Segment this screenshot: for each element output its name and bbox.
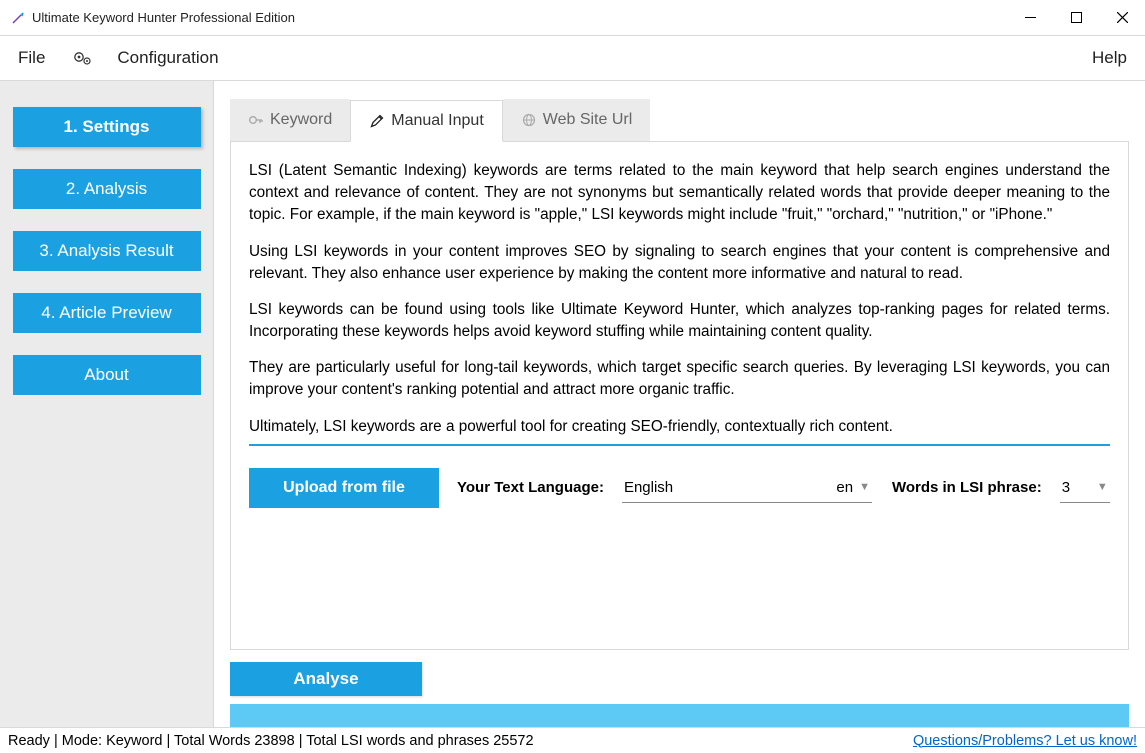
window-title: Ultimate Keyword Hunter Professional Edi… [32, 10, 295, 25]
words-in-phrase-select[interactable]: 3 ▼ [1060, 473, 1110, 503]
language-select[interactable]: English en ▼ [622, 473, 872, 503]
progress-bar [230, 704, 1129, 727]
status-text: Ready | Mode: Keyword | Total Words 2389… [8, 733, 534, 749]
minimize-button[interactable] [1007, 0, 1053, 35]
sidebar-item-analysis[interactable]: 2. Analysis [13, 169, 201, 209]
tab-label: Manual Input [391, 112, 484, 130]
sidebar-item-analysis-result[interactable]: 3. Analysis Result [13, 231, 201, 271]
button-label: Analyse [293, 669, 358, 689]
feedback-link[interactable]: Questions/Problems? Let us know! [913, 733, 1137, 749]
menu-file[interactable]: File [18, 48, 45, 68]
tab-keyword[interactable]: Keyword [230, 99, 350, 141]
sidebar-item-about[interactable]: About [13, 355, 201, 395]
gears-icon[interactable] [73, 50, 93, 66]
language-label: Your Text Language: [457, 479, 604, 496]
key-icon [248, 112, 264, 128]
tab-label: Web Site Url [543, 111, 633, 129]
sidebar-item-label: About [84, 365, 128, 385]
sidebar-item-article-preview[interactable]: 4. Article Preview [13, 293, 201, 333]
language-value: English [624, 479, 673, 496]
chevron-down-icon: ▼ [859, 481, 870, 493]
menu-configuration[interactable]: Configuration [117, 48, 218, 68]
tab-label: Keyword [270, 111, 332, 129]
content-paragraph: Ultimately, LSI keywords are a powerful … [249, 416, 1110, 438]
language-code: en [836, 479, 853, 496]
pencil-icon [369, 113, 385, 129]
menubar: File Configuration Help [0, 36, 1145, 80]
analyse-button[interactable]: Analyse [230, 662, 422, 696]
sidebar: 1. Settings 2. Analysis 3. Analysis Resu… [0, 81, 214, 727]
sidebar-item-label: 3. Analysis Result [39, 241, 173, 261]
upload-from-file-button[interactable]: Upload from file [249, 468, 439, 508]
content-textarea[interactable]: LSI (Latent Semantic Indexing) keywords … [249, 160, 1110, 446]
content-paragraph: LSI keywords can be found using tools li… [249, 299, 1110, 343]
content-paragraph: Using LSI keywords in your content impro… [249, 241, 1110, 285]
statusbar: Ready | Mode: Keyword | Total Words 2389… [0, 727, 1145, 753]
tab-manual-input[interactable]: Manual Input [350, 100, 503, 142]
sidebar-item-settings[interactable]: 1. Settings [13, 107, 201, 147]
content-paragraph: LSI (Latent Semantic Indexing) keywords … [249, 160, 1110, 227]
close-button[interactable] [1099, 0, 1145, 35]
app-icon [10, 10, 26, 26]
chevron-down-icon: ▼ [1097, 481, 1108, 493]
sidebar-item-label: 4. Article Preview [41, 303, 171, 323]
words-in-phrase-label: Words in LSI phrase: [892, 479, 1042, 496]
maximize-button[interactable] [1053, 0, 1099, 35]
globe-icon [521, 112, 537, 128]
sidebar-item-label: 2. Analysis [66, 179, 147, 199]
titlebar: Ultimate Keyword Hunter Professional Edi… [0, 0, 1145, 36]
words-value: 3 [1062, 479, 1070, 496]
button-label: Upload from file [283, 479, 405, 497]
menu-help[interactable]: Help [1092, 48, 1127, 68]
manual-input-panel: LSI (Latent Semantic Indexing) keywords … [230, 141, 1129, 650]
main-panel: Keyword Manual Input Web Site Url LSI (L… [214, 81, 1145, 727]
tabs: Keyword Manual Input Web Site Url [230, 99, 1129, 141]
sidebar-item-label: 1. Settings [64, 117, 150, 137]
content-paragraph: They are particularly useful for long-ta… [249, 357, 1110, 401]
options-row: Upload from file Your Text Language: Eng… [249, 468, 1110, 508]
tab-website-url[interactable]: Web Site Url [503, 99, 651, 141]
